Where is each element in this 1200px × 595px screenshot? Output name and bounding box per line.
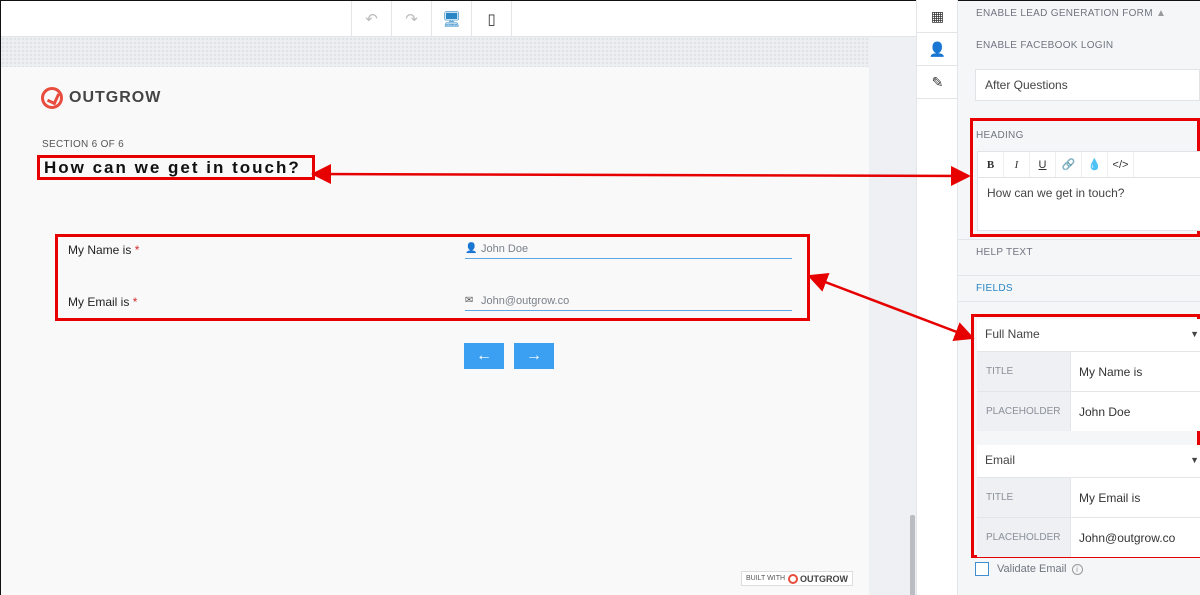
name-input-placeholder: John Doe [481, 242, 529, 255]
editor-canvas: ↶ ↷ 🖥 ▯ OUTGROW SECTION 6 OF 6 How can w… [0, 0, 917, 595]
caret-down-icon: ▼ [1190, 329, 1199, 339]
help-text-caption[interactable]: HELP TEXT [976, 247, 1033, 258]
canvas-scrollbar[interactable] [910, 515, 915, 595]
placeholder-value-input[interactable]: John Doe [1071, 392, 1200, 431]
divider [958, 239, 1200, 240]
email-field-label: My Email is * [68, 295, 138, 309]
layout-icon[interactable]: ▦ [917, 0, 958, 33]
rich-text-toolbar: B I U 🔗 💧 </> [977, 151, 1200, 178]
divider [958, 301, 1200, 302]
canvas-gutter [869, 37, 917, 595]
info-icon[interactable]: i [1071, 563, 1083, 575]
field-title-row: TITLE My Email is [977, 477, 1200, 517]
page-heading[interactable]: How can we get in touch? [37, 155, 315, 180]
title-key: TITLE [977, 352, 1071, 391]
warning-icon: ▲ [1155, 8, 1167, 19]
name-input[interactable]: 👤 John Doe [465, 239, 792, 259]
prev-button[interactable]: ← [464, 343, 504, 369]
undo-icon[interactable]: ↶ [352, 1, 392, 36]
settings-icon-rail: ▦ 👤 ✎ [916, 0, 958, 595]
field-placeholder-row: PLACEHOLDER John Doe [977, 391, 1200, 431]
bold-icon[interactable]: B [978, 152, 1004, 177]
title-value-input[interactable]: My Name is [1071, 352, 1200, 391]
outgrow-logo: OUTGROW [41, 87, 161, 109]
settings-panel: ENABLE LEAD GENERATION FORM ▲ ENABLE FAC… [958, 0, 1200, 595]
field-title-row: TITLE My Name is [977, 351, 1200, 391]
email-input[interactable]: ✉ John@outgrow.co [465, 291, 792, 311]
user-icon: 👤 [465, 243, 478, 254]
next-button[interactable]: → [514, 343, 554, 369]
section-label: SECTION 6 OF 6 [42, 139, 124, 150]
enable-facebook-login[interactable]: ENABLE FACEBOOK LOGIN [976, 40, 1113, 51]
email-field-row: My Email is * ✉ John@outgrow.co [68, 291, 798, 321]
link-icon[interactable]: 🔗 [1056, 152, 1082, 177]
validate-email-label: Validate Email [997, 563, 1067, 575]
placeholder-key: PLACEHOLDER [977, 392, 1071, 431]
built-with-brand: OUTGROW [800, 573, 849, 584]
field-type-select[interactable]: Email ▼ [977, 445, 1200, 477]
position-select[interactable]: After Questions [975, 69, 1200, 101]
pencil-icon[interactable]: ✎ [917, 66, 958, 99]
redo-icon[interactable]: ↷ [392, 1, 432, 36]
lead-form-fields: My Name is * 👤 John Doe My Email is * ✉ … [55, 234, 810, 321]
toolbar-button-group: ↶ ↷ 🖥 ▯ [351, 1, 512, 36]
field-placeholder-row: PLACEHOLDER John@outgrow.co [977, 517, 1200, 557]
placeholder-value-input[interactable]: John@outgrow.co [1071, 518, 1200, 557]
validate-email-checkbox[interactable] [975, 562, 989, 576]
name-field-label: My Name is * [68, 243, 140, 257]
heading-editor-section: HEADING B I U 🔗 💧 </> How can we get in … [970, 118, 1200, 237]
logo-text: OUTGROW [69, 89, 162, 106]
page-heading-text: How can we get in touch? [44, 158, 301, 177]
code-icon[interactable]: </> [1108, 152, 1134, 177]
desktop-preview-icon[interactable]: 🖥 [432, 1, 472, 36]
mail-icon: ✉ [465, 295, 474, 306]
placeholder-key: PLACEHOLDER [977, 518, 1071, 557]
outgrow-logo-icon [41, 87, 63, 109]
field-settings-section: Full Name ▼ TITLE My Name is PLACEHOLDER … [971, 314, 1200, 558]
underline-icon[interactable]: U [1030, 152, 1056, 177]
heading-caption: HEADING [976, 130, 1024, 141]
heading-textarea[interactable]: How can we get in touch? [977, 178, 1200, 231]
mobile-preview-icon[interactable]: ▯ [472, 1, 512, 36]
preview-page [1, 67, 869, 595]
title-key: TITLE [977, 478, 1071, 517]
outgrow-mini-icon [788, 573, 799, 584]
italic-icon[interactable]: I [1004, 152, 1030, 177]
canvas-header-strip [1, 37, 869, 67]
fields-tab[interactable]: FIELDS [976, 283, 1013, 294]
enable-lead-form-toggle[interactable]: ENABLE LEAD GENERATION FORM ▲ [976, 8, 1166, 19]
name-field-row: My Name is * 👤 John Doe [68, 239, 798, 269]
add-user-icon[interactable]: 👤 [917, 33, 958, 66]
caret-down-icon: ▼ [1190, 455, 1199, 465]
field-type-select[interactable]: Full Name ▼ [977, 319, 1200, 351]
title-value-input[interactable]: My Email is [1071, 478, 1200, 517]
email-input-placeholder: John@outgrow.co [481, 294, 570, 307]
built-with-text: BUILT WITH [746, 575, 786, 582]
built-with-badge[interactable]: BUILT WITH OUTGROW [741, 571, 854, 586]
validate-email-option: Validate Email i [975, 562, 1083, 576]
top-toolbar: ↶ ↷ 🖥 ▯ [1, 1, 917, 37]
divider [958, 275, 1200, 276]
color-drop-icon[interactable]: 💧 [1082, 152, 1108, 177]
